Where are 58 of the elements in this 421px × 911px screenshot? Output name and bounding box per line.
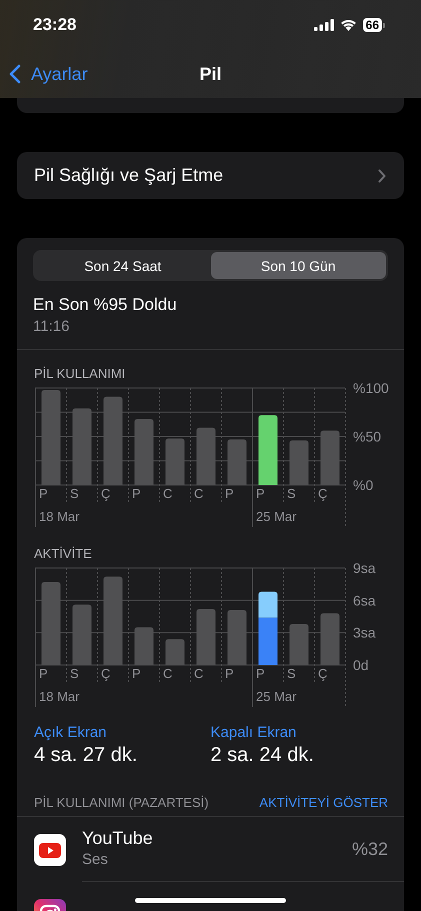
- chevron-right-icon: [378, 168, 386, 182]
- page-title: Pil: [198, 64, 222, 84]
- total-label: Açık Ekran: [34, 723, 108, 743]
- axis-label: %100: [353, 380, 389, 396]
- axis-label: 9sa: [353, 560, 376, 576]
- segment-tab[interactable]: Son 24 Saat: [35, 252, 210, 279]
- app-name: YouTube: [82, 827, 153, 849]
- day-label: S: [70, 486, 79, 501]
- day-label: S: [287, 486, 296, 501]
- axis-label: 0d: [353, 657, 369, 673]
- axis-label: %0: [353, 477, 374, 493]
- last-charge-title: En Son %95 Doldu: [33, 294, 178, 316]
- segment-tab[interactable]: Son 10 Gün: [210, 252, 386, 279]
- usage-percent: %32: [352, 838, 388, 860]
- axis-label: 6sa: [353, 592, 376, 608]
- day-label: P: [39, 486, 48, 501]
- day-label: C: [194, 666, 204, 681]
- bar[interactable]: [258, 592, 278, 618]
- signal-icon: [314, 19, 334, 31]
- day-label: P: [256, 486, 265, 501]
- date-label: 25 Mar: [256, 689, 296, 704]
- day-label: P: [225, 486, 234, 501]
- day-label: Ç: [318, 666, 328, 681]
- date-label: 25 Mar: [256, 509, 296, 524]
- back-button[interactable]: Ayarlar: [0, 64, 88, 84]
- axis-label: 3sa: [353, 624, 376, 641]
- last-charge-time: 11:16: [33, 317, 70, 337]
- chevron-left-icon: [9, 64, 21, 84]
- day-label: P: [225, 666, 234, 681]
- axis-label: %50: [353, 428, 382, 444]
- day-label: S: [287, 666, 296, 681]
- day-label: Ç: [101, 486, 110, 501]
- clock-time: 23:28: [33, 15, 76, 35]
- total-label: Kapalı Ekran: [210, 723, 298, 743]
- day-label: C: [194, 486, 204, 501]
- day-label: P: [132, 486, 141, 501]
- date-label: 18 Mar: [39, 509, 80, 524]
- day-label: P: [132, 666, 141, 681]
- day-label: C: [163, 486, 172, 501]
- bar[interactable]: [166, 639, 184, 665]
- chart-title: AKTİVİTE: [33, 546, 93, 562]
- app-detail: Ses: [82, 850, 109, 870]
- battery-percent: 66: [362, 18, 382, 32]
- day-label: P: [39, 666, 48, 681]
- day-label: S: [70, 666, 79, 681]
- wifi-icon: [340, 19, 357, 31]
- section-header: PİL KULLANIMI (PAZARTESİ): [34, 795, 209, 810]
- chart-title: PİL KULLANIMI: [33, 366, 126, 382]
- day-label: Ç: [101, 666, 110, 681]
- day-label: C: [163, 666, 172, 681]
- settings-row[interactable]: Pil Sağlığı ve Şarj Etme: [17, 152, 404, 199]
- day-label: P: [256, 666, 265, 681]
- video-app-icon: [34, 834, 66, 866]
- total-value: 4 sa. 27 dk.: [34, 743, 138, 767]
- day-label: Ç: [318, 486, 328, 501]
- total-value: 2 sa. 24 dk.: [210, 743, 315, 767]
- date-label: 18 Mar: [39, 689, 80, 704]
- show-activity-link[interactable]: AKTİVİTEYİ GÖSTER: [259, 795, 388, 810]
